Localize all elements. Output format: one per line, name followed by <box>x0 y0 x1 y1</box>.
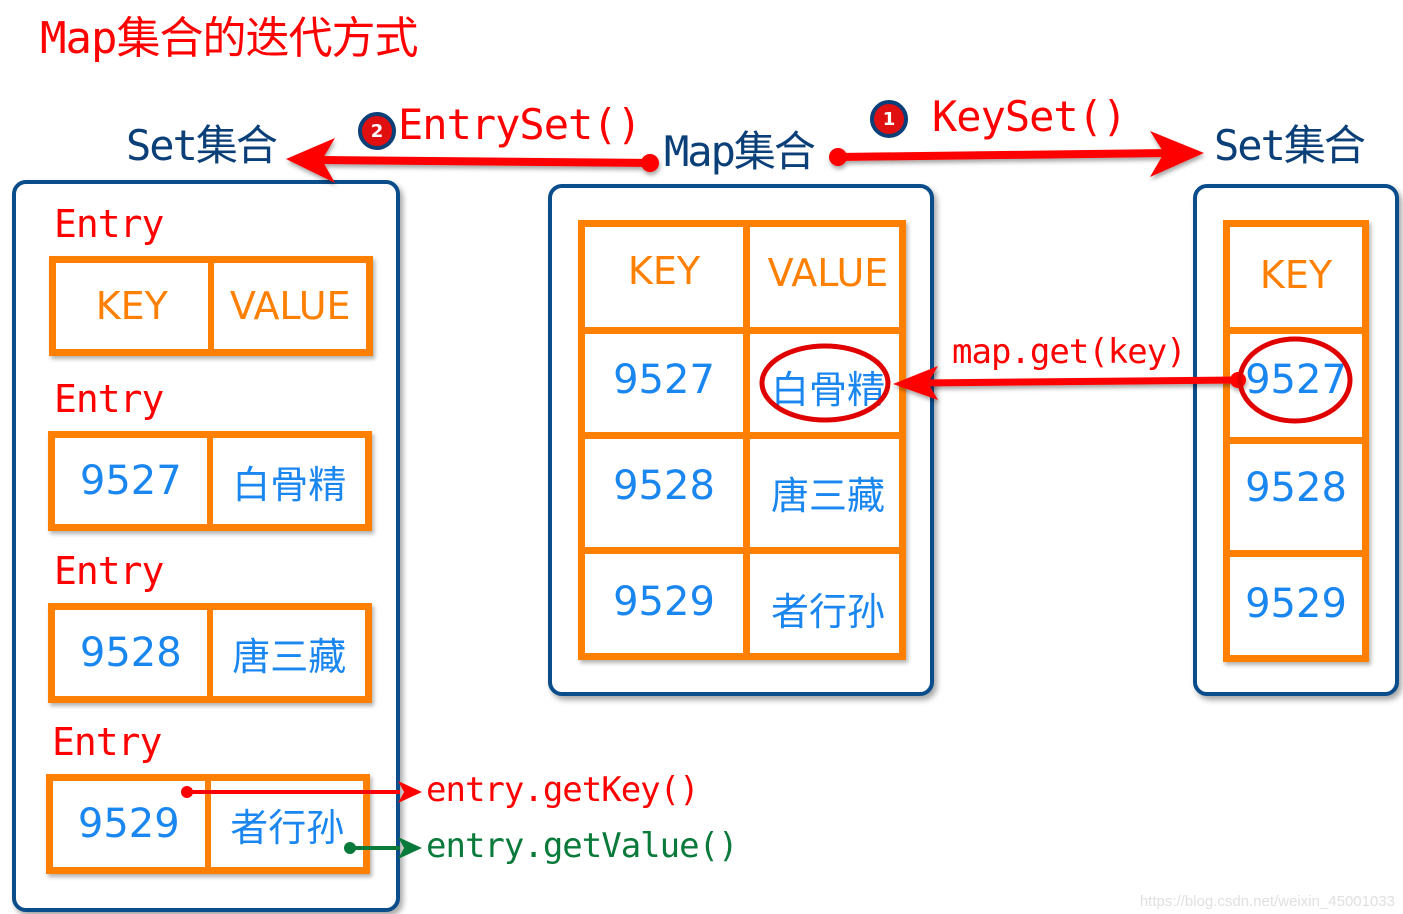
key-set-divider <box>1230 327 1362 334</box>
key-set-header: KEY <box>1259 253 1333 297</box>
key-set-table: KEY 9527 9528 9529 <box>1223 220 1369 662</box>
entry-pair: 9528 唐三藏 <box>48 603 372 703</box>
map-get-label: map.get(key) <box>952 332 1187 372</box>
diagram-title: Map集合的迭代方式 <box>40 13 418 64</box>
left-set-label: Set集合 <box>126 121 278 170</box>
entry-pair: 9529 者行孙 <box>46 774 370 874</box>
key-set-divider <box>1230 437 1362 444</box>
entry-key: 9529 <box>77 801 180 847</box>
key-set-item: 9529 <box>1245 581 1347 627</box>
map-row-value: 唐三藏 <box>770 474 885 518</box>
map-row-value: 白骨精 <box>770 368 885 412</box>
entry-value: 白骨精 <box>232 462 347 507</box>
map-table-divider <box>585 327 899 334</box>
entryset-method-label: EntrySet() <box>398 100 642 149</box>
map-table: KEY VALUE 9527 白骨精 9528 唐三藏 9529 者行孙 <box>578 220 906 660</box>
keyset-method-label: KeySet() <box>932 92 1127 141</box>
key-set-item: 9527 <box>1245 357 1347 403</box>
entry-value: 者行孙 <box>230 805 345 850</box>
get-value-label: entry.getValue() <box>426 826 739 866</box>
entry-value: VALUE <box>229 284 351 328</box>
entry-key: 9528 <box>79 630 182 676</box>
map-header-key: KEY <box>627 249 701 293</box>
map-table-divider <box>585 432 899 439</box>
map-label: Map集合 <box>664 127 816 176</box>
step-2-badge: 2 <box>358 112 396 150</box>
entry-label: Entry <box>54 549 164 593</box>
step-1-badge: 1 <box>870 100 908 138</box>
watermark: https://blog.csdn.net/weixin_45001033 <box>1139 893 1395 910</box>
entry-key: KEY <box>95 284 168 328</box>
entry-pair: 9527 白骨精 <box>48 431 372 531</box>
map-row-key: 9529 <box>613 579 715 625</box>
map-row-key: 9528 <box>613 463 715 509</box>
map-table-divider <box>585 547 899 554</box>
map-table-divider <box>743 227 750 653</box>
right-set-label: Set集合 <box>1214 121 1366 170</box>
entry-key: 9527 <box>79 458 182 504</box>
map-row-key: 9527 <box>613 357 715 403</box>
map-header-value: VALUE <box>767 251 889 295</box>
entry-label: Entry <box>54 377 164 421</box>
key-set-divider <box>1230 550 1362 557</box>
entry-label: Entry <box>52 720 162 764</box>
get-key-label: entry.getKey() <box>426 770 700 810</box>
entry-pair: KEY VALUE <box>49 256 373 356</box>
entry-value: 唐三藏 <box>232 634 347 679</box>
map-row-value: 者行孙 <box>770 590 885 634</box>
key-set-item: 9528 <box>1245 465 1347 511</box>
entry-label: Entry <box>54 202 164 246</box>
